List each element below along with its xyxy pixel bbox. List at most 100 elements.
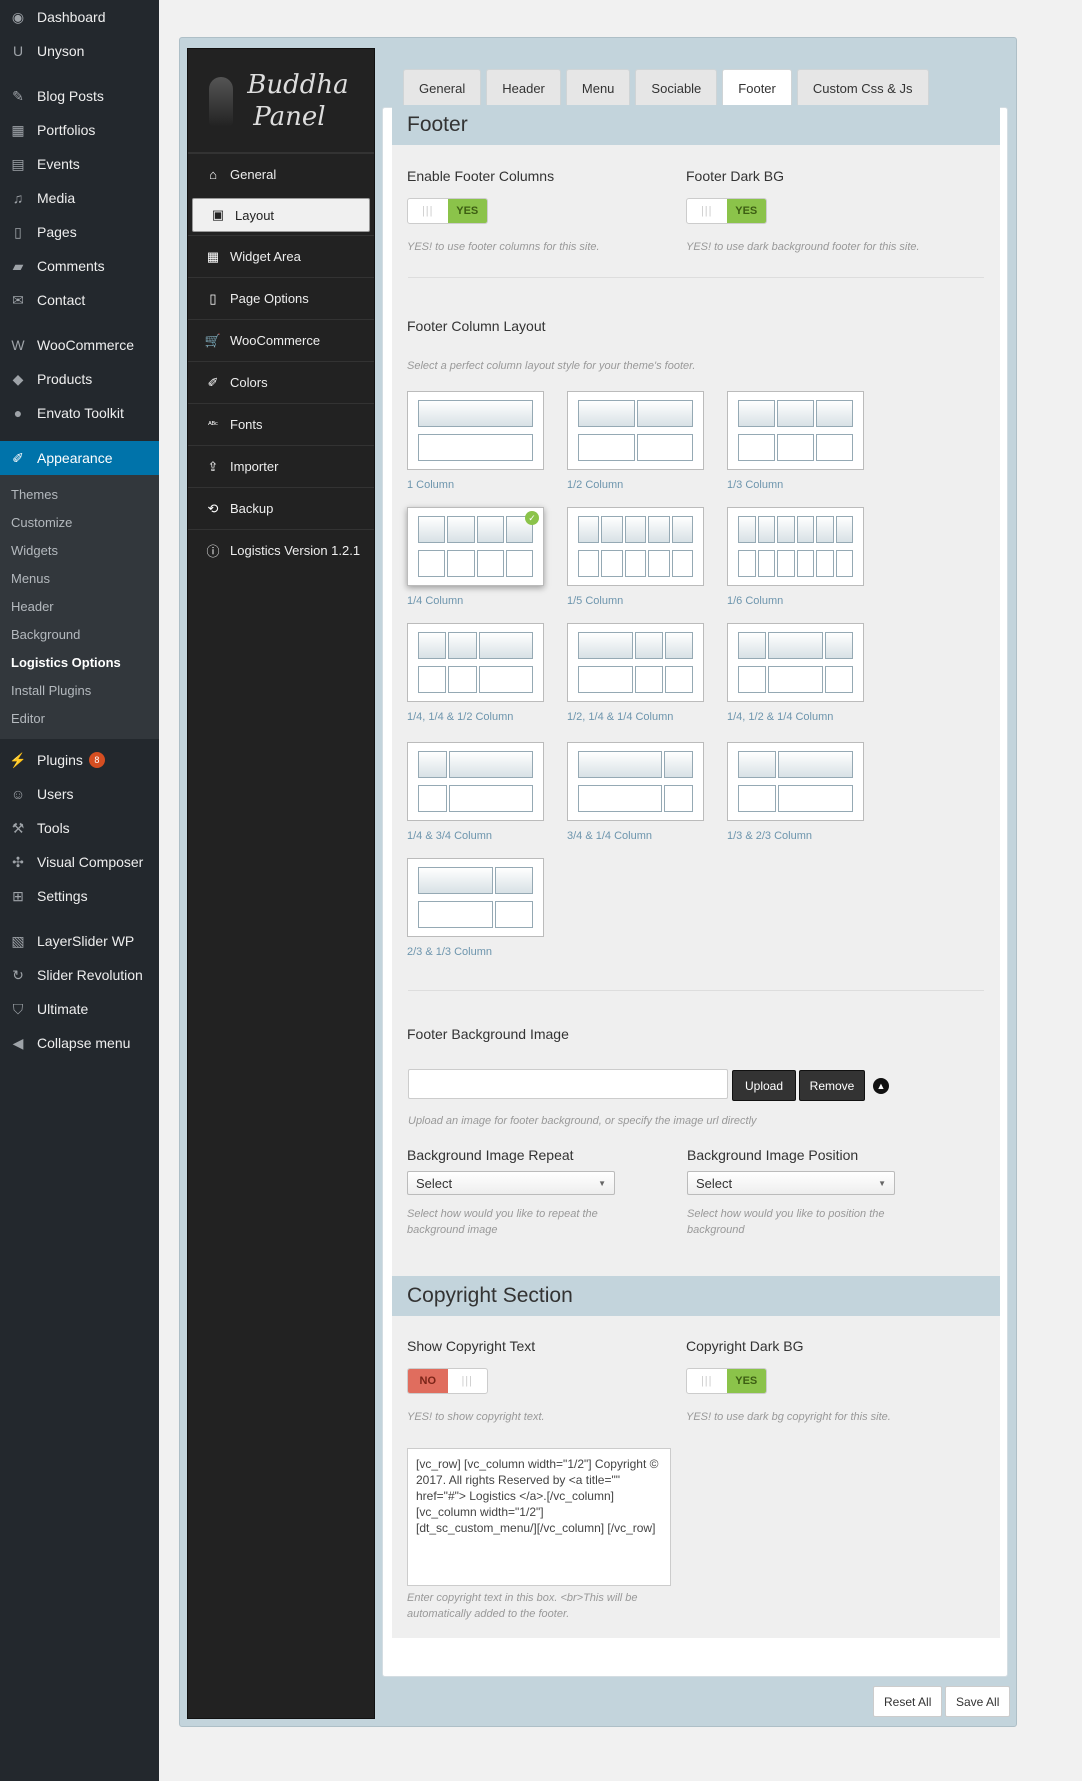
copyright-textarea[interactable]: [vc_row] [vc_column width="1/2"] Copyrig… bbox=[407, 1448, 671, 1586]
menu-separator bbox=[0, 430, 159, 441]
submenu-customize[interactable]: Customize bbox=[0, 509, 159, 537]
panel-nav-backup[interactable]: ⟲ Backup bbox=[188, 487, 374, 529]
wp-menu-envato-toolkit[interactable]: ● Envato Toolkit bbox=[0, 396, 159, 430]
tab-header[interactable]: Header bbox=[486, 69, 561, 107]
panel-nav-widget-area[interactable]: ▦ Widget Area bbox=[188, 235, 374, 277]
wp-menu-slider-revolution[interactable]: ↻ Slider Revolution bbox=[0, 958, 159, 992]
layout-preview-row bbox=[578, 516, 694, 543]
layout-preview-row bbox=[418, 751, 533, 778]
layout-preview-column bbox=[418, 550, 446, 577]
layout-option-1-3-column[interactable] bbox=[727, 391, 864, 470]
reset-all-button[interactable]: Reset All bbox=[873, 1686, 943, 1717]
layout-option-2-3-1-3-column[interactable] bbox=[407, 858, 544, 937]
wp-menu-events[interactable]: ▤ Events bbox=[0, 147, 159, 181]
bg-position-select[interactable]: Select ▼ bbox=[687, 1171, 895, 1195]
toggle-grip-icon: ||| bbox=[461, 1375, 474, 1387]
submenu-editor[interactable]: Editor bbox=[0, 705, 159, 733]
tab-custom-css-js[interactable]: Custom Css & Js bbox=[796, 69, 929, 107]
footer-column-layout-label: Footer Column Layout bbox=[407, 318, 546, 334]
layout-icon: ▣ bbox=[211, 207, 225, 222]
layout-option-1-2-column[interactable] bbox=[567, 391, 704, 470]
layout-caption: 1/5 Column bbox=[567, 595, 624, 607]
tab-footer[interactable]: Footer bbox=[722, 69, 792, 107]
footer-bg-image-input[interactable] bbox=[408, 1069, 728, 1099]
wp-menu-layerslider-wp[interactable]: ▧ LayerSlider WP bbox=[0, 924, 159, 958]
footer-dark-bg-toggle[interactable]: ||| YES bbox=[686, 198, 767, 224]
layout-option-3-4-1-4-column[interactable] bbox=[567, 742, 704, 821]
layout-option-1-4-3-4-column[interactable] bbox=[407, 742, 544, 821]
toggle-grip-icon: ||| bbox=[700, 205, 713, 217]
submenu-logistics-options[interactable]: Logistics Options bbox=[0, 649, 159, 677]
wp-menu-contact[interactable]: ✉ Contact bbox=[0, 283, 159, 317]
panel-nav-fonts[interactable]: ᴬᴮᶜ Fonts bbox=[188, 403, 374, 445]
copyright-dark-bg-label: Copyright Dark BG bbox=[686, 1338, 804, 1354]
layout-preview-row bbox=[738, 751, 853, 778]
history-icon: ⟲ bbox=[207, 500, 219, 516]
layout-option-1-4-1-4-1-2-column[interactable] bbox=[407, 623, 544, 702]
submenu-header[interactable]: Header bbox=[0, 593, 159, 621]
panel-nav-page-options[interactable]: ▯ Page Options bbox=[188, 277, 374, 319]
refresh-icon: ↻ bbox=[12, 966, 24, 983]
layout-option-1-5-column[interactable] bbox=[567, 507, 704, 586]
wp-menu-blog-posts[interactable]: ✎ Blog Posts bbox=[0, 79, 159, 113]
upload-button[interactable]: Upload bbox=[732, 1070, 796, 1101]
bg-repeat-select[interactable]: Select ▼ bbox=[407, 1171, 615, 1195]
tab-sociable[interactable]: Sociable bbox=[635, 69, 718, 107]
layout-option-1-column[interactable] bbox=[407, 391, 544, 470]
wp-menu-users[interactable]: ☺ Users bbox=[0, 777, 159, 811]
layout-preview-column bbox=[418, 867, 493, 894]
panel-nav-colors[interactable]: ✐ Colors bbox=[188, 361, 374, 403]
wp-menu-ultimate[interactable]: ⛉ Ultimate bbox=[0, 992, 159, 1026]
submenu-menus[interactable]: Menus bbox=[0, 565, 159, 593]
wp-menu-collapse-menu[interactable]: ◀ Collapse menu bbox=[0, 1026, 159, 1060]
wp-menu-visual-composer[interactable]: ✣ Visual Composer bbox=[0, 845, 159, 879]
toggle-grip-icon: ||| bbox=[421, 205, 434, 217]
panel-nav-label: Importer bbox=[230, 459, 279, 474]
wp-menu-settings[interactable]: ⊞ Settings bbox=[0, 879, 159, 913]
layout-option-1-4-column[interactable]: ✓ bbox=[407, 507, 544, 586]
layout-preview-column bbox=[634, 666, 663, 693]
layout-option-1-6-column[interactable] bbox=[727, 507, 864, 586]
layout-preview-column bbox=[624, 516, 647, 543]
show-copyright-toggle[interactable]: NO ||| bbox=[407, 1368, 488, 1394]
panel-nav-woocommerce[interactable]: 🛒 WooCommerce bbox=[188, 319, 374, 361]
remove-button[interactable]: Remove bbox=[799, 1070, 865, 1101]
layout-option-1-2-1-4-1-4-column[interactable] bbox=[567, 623, 704, 702]
panel-content: Footer Enable Footer Columns ||| YES YES… bbox=[382, 105, 1008, 1677]
submenu-widgets[interactable]: Widgets bbox=[0, 537, 159, 565]
submenu-background[interactable]: Background bbox=[0, 621, 159, 649]
toggle-state: NO bbox=[408, 1369, 448, 1393]
wp-menu-media[interactable]: ♫ Media bbox=[0, 181, 159, 215]
panel-nav-importer[interactable]: ⇪ Importer bbox=[188, 445, 374, 487]
wp-menu-products[interactable]: ◆ Products bbox=[0, 362, 159, 396]
layout-option-1-4-1-2-1-4-column[interactable] bbox=[727, 623, 864, 702]
wp-menu-label: Unyson bbox=[37, 43, 85, 59]
wp-menu-comments[interactable]: ▰ Comments bbox=[0, 249, 159, 283]
panel-nav-general[interactable]: ⌂ General bbox=[188, 153, 374, 195]
wp-menu-tools[interactable]: ⚒ Tools bbox=[0, 811, 159, 845]
wp-menu-unyson[interactable]: U Unyson bbox=[0, 34, 159, 68]
tab-general[interactable]: General bbox=[403, 69, 482, 107]
layout-option-1-3-2-3-column[interactable] bbox=[727, 742, 864, 821]
submenu-themes[interactable]: Themes bbox=[0, 481, 159, 509]
image-preview-icon[interactable]: ▲ bbox=[873, 1078, 889, 1094]
copyright-dark-bg-toggle[interactable]: ||| YES bbox=[686, 1368, 767, 1394]
wp-menu-portfolios[interactable]: ▦ Portfolios bbox=[0, 113, 159, 147]
layout-preview-column bbox=[816, 400, 853, 427]
wp-menu-label: Blog Posts bbox=[37, 88, 104, 104]
divider bbox=[408, 277, 984, 278]
wp-menu-plugins[interactable]: ⚡ Plugins 8 bbox=[0, 743, 159, 777]
submenu-install-plugins[interactable]: Install Plugins bbox=[0, 677, 159, 705]
enable-footer-columns-toggle[interactable]: ||| YES bbox=[407, 198, 488, 224]
panel-nav-layout[interactable]: ▣ Layout bbox=[192, 198, 370, 232]
wp-menu-woocommerce[interactable]: W WooCommerce bbox=[0, 328, 159, 362]
layout-preview-column bbox=[505, 550, 533, 577]
wp-menu-appearance[interactable]: ✐ Appearance bbox=[0, 441, 159, 475]
save-all-button[interactable]: Save All bbox=[945, 1686, 1011, 1717]
tab-menu[interactable]: Menu bbox=[565, 69, 631, 107]
wp-menu-pages[interactable]: ▯ Pages bbox=[0, 215, 159, 249]
wp-menu-dashboard[interactable]: ◉ Dashboard bbox=[0, 0, 159, 34]
wp-admin-menu: ◉ Dashboard U Unyson ✎ Blog Posts ▦ Portfolios ▤… bbox=[0, 0, 159, 1781]
layout-preview-row bbox=[738, 666, 853, 693]
panel-nav-logistics-version-1-2-1[interactable]: ⓘ Logistics Version 1.2.1 bbox=[188, 529, 374, 571]
